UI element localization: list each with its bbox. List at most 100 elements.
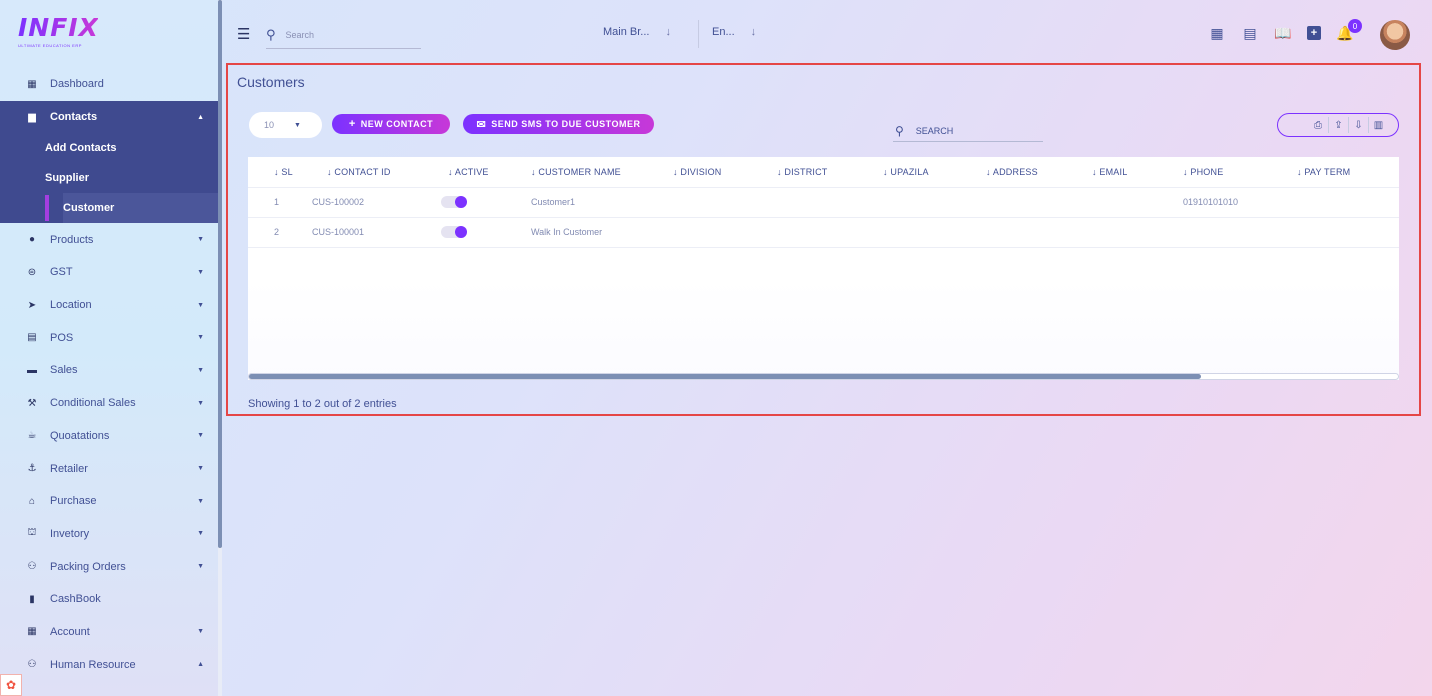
table-scrollbar-thumb[interactable] bbox=[249, 374, 1201, 379]
active-toggle[interactable] bbox=[441, 226, 467, 238]
table-row[interactable]: 2 CUS-100001 Walk In Customer bbox=[248, 217, 1399, 248]
coffee-icon: ☕ bbox=[27, 430, 37, 442]
sidebar-item-packing-orders[interactable]: ⚇ Packing Orders ▼ bbox=[0, 550, 218, 583]
sidebar-item-label: Contacts bbox=[50, 111, 98, 124]
export-icon[interactable]: ⇪ bbox=[1328, 117, 1348, 133]
book-open-icon[interactable]: 📖 bbox=[1274, 24, 1292, 42]
sidebar-nav: ▦ Dashboard ▆ Contacts ▲ Add Contacts Su… bbox=[0, 68, 218, 681]
table-search-input[interactable] bbox=[915, 125, 1026, 136]
header-search-input[interactable] bbox=[285, 29, 396, 40]
sidebar-subitem-add-contacts[interactable]: Add Contacts bbox=[0, 133, 218, 163]
table-row[interactable]: 1 CUS-100002 Customer1 01910101010 bbox=[248, 187, 1399, 218]
avatar[interactable] bbox=[1380, 20, 1410, 50]
active-toggle[interactable] bbox=[441, 196, 467, 208]
cash-register-icon: ▤ bbox=[27, 332, 37, 344]
cell-contact-id: CUS-100002 bbox=[312, 187, 434, 218]
sidebar-item-label: Account bbox=[50, 625, 90, 638]
top-header: ☰ ⚲ Main Br... ↓ En... ↓ ▦ ▤ 📖 + 🔔 0 bbox=[222, 0, 1432, 62]
caret-down-icon: ▼ bbox=[197, 432, 204, 440]
cell-upazila bbox=[883, 187, 985, 218]
cash-register-icon[interactable]: ▤ bbox=[1241, 24, 1259, 42]
sidebar-item-label: Packing Orders bbox=[50, 560, 126, 573]
column-header-sl[interactable]: ↓ SL bbox=[248, 157, 312, 188]
table-search: ⚲ bbox=[893, 120, 1043, 142]
column-header-customer-name[interactable]: ↓ CUSTOMER NAME bbox=[527, 157, 672, 188]
laravel-debug-icon[interactable]: ✿ bbox=[0, 674, 22, 696]
column-header-email[interactable]: ↓ EMAIL bbox=[1091, 157, 1183, 188]
cell-address bbox=[985, 187, 1091, 218]
cell-division bbox=[672, 217, 777, 248]
column-header-active[interactable]: ↓ ACTIVE bbox=[434, 157, 527, 188]
plus-square-icon[interactable]: + bbox=[1307, 26, 1321, 40]
language-select[interactable]: En... ↓ bbox=[712, 26, 756, 38]
gst-icon: ⊜ bbox=[27, 266, 37, 278]
book-icon: ▮ bbox=[29, 593, 35, 605]
print-icon[interactable]: ⎙ bbox=[1308, 117, 1328, 133]
calculator-icon[interactable]: ▦ bbox=[1208, 24, 1226, 42]
sidebar-item-label: Dashboard bbox=[50, 78, 104, 91]
sidebar-item-retailer[interactable]: ⚓ Retailer ▼ bbox=[0, 452, 218, 485]
sidebar-item-location[interactable]: ➤ Location ▼ bbox=[0, 289, 218, 322]
table-horizontal-scrollbar[interactable] bbox=[248, 373, 1399, 380]
sidebar-item-gst[interactable]: ⊜ GST ▼ bbox=[0, 256, 218, 289]
sidebar-scrollbar-thumb[interactable] bbox=[218, 0, 222, 548]
sidebar-item-sales[interactable]: ▬ Sales ▼ bbox=[0, 354, 218, 387]
sidebar-scrollbar[interactable] bbox=[218, 0, 222, 696]
sidebar-item-label: Products bbox=[50, 233, 94, 246]
sidebar-item-purchase[interactable]: ⌂ Purchase ▼ bbox=[0, 485, 218, 518]
search-icon: ⚲ bbox=[266, 26, 276, 42]
column-header-phone[interactable]: ↓ PHONE bbox=[1183, 157, 1293, 188]
bell-icon[interactable]: 🔔 0 bbox=[1336, 19, 1362, 42]
sidebar-item-quoatations[interactable]: ☕ Quoatations ▼ bbox=[0, 420, 218, 453]
sidebar-item-label: GST bbox=[50, 266, 73, 279]
new-contact-button[interactable]: + NEW CONTACT bbox=[332, 114, 450, 134]
branch-select[interactable]: Main Br... ↓ bbox=[603, 26, 671, 38]
active-indicator bbox=[45, 195, 49, 222]
sidebar-item-label: CashBook bbox=[50, 593, 101, 606]
sidebar-subitem-label: Add Contacts bbox=[45, 142, 117, 155]
sidebar-item-products[interactable]: ● Products ▼ bbox=[0, 223, 218, 256]
sidebar-item-label: Retailer bbox=[50, 462, 88, 475]
cell-upazila bbox=[883, 217, 985, 248]
cell-pay-term bbox=[1293, 217, 1399, 248]
sidebar-item-conditional-sales[interactable]: ⚒ Conditional Sales ▼ bbox=[0, 387, 218, 420]
column-header-contact-id[interactable]: ↓ CONTACT ID bbox=[312, 157, 434, 188]
download-icon[interactable]: ⇩ bbox=[1348, 117, 1368, 133]
sidebar-item-invetory[interactable]: ⛫ Invetory ▼ bbox=[0, 518, 218, 551]
sidebar-subitem-supplier[interactable]: Supplier bbox=[0, 163, 218, 193]
toggle-knob bbox=[455, 196, 467, 208]
column-header-pay-term[interactable]: ↓ PAY TERM bbox=[1293, 157, 1399, 188]
column-header-upazila[interactable]: ↓ UPAZILA bbox=[883, 157, 985, 188]
sidebar-item-pos[interactable]: ▤ POS ▼ bbox=[0, 321, 218, 354]
sidebar-item-dashboard[interactable]: ▦ Dashboard bbox=[0, 68, 218, 101]
column-header-district[interactable]: ↓ DISTRICT bbox=[777, 157, 883, 188]
table-entries-info: Showing 1 to 2 out of 2 entries bbox=[248, 398, 397, 410]
caret-down-icon: ▼ bbox=[197, 628, 204, 636]
column-header-address[interactable]: ↓ ADDRESS bbox=[985, 157, 1091, 188]
cell-email bbox=[1091, 187, 1183, 218]
sidebar-item-contacts[interactable]: ▆ Contacts ▲ bbox=[0, 100, 218, 134]
send-sms-button[interactable]: ✉ SEND SMS TO DUE CUSTOMER bbox=[463, 114, 654, 134]
brand-logo[interactable]: INFIX ULTIMATE EDUCATION ERP bbox=[18, 14, 98, 50]
cell-sl: 1 bbox=[248, 187, 312, 218]
page-size-select[interactable]: 10 ▼ bbox=[249, 112, 322, 138]
sidebar-item-human-resource[interactable]: ⚇ Human Resource ▲ bbox=[0, 648, 218, 681]
hamburger-menu-icon[interactable]: ☰ bbox=[237, 25, 250, 43]
sidebar-item-label: Invetory bbox=[50, 527, 90, 540]
columns-icon[interactable]: ▥ bbox=[1368, 117, 1388, 133]
cell-phone bbox=[1183, 217, 1293, 248]
sidebar-subitem-customer[interactable]: Customer bbox=[0, 193, 218, 224]
customers-table-container: ↓ SL ↓ CONTACT ID ↓ ACTIVE ↓ CUSTOMER NA… bbox=[248, 157, 1399, 380]
column-header-division[interactable]: ↓ DIVISION bbox=[672, 157, 777, 188]
sidebar: INFIX ULTIMATE EDUCATION ERP ▦ Dashboard… bbox=[0, 0, 218, 696]
sidebar-subitem-label: Customer bbox=[63, 202, 115, 215]
sidebar-item-cashbook[interactable]: ▮ CashBook bbox=[0, 583, 218, 616]
sidebar-item-account[interactable]: ▦ Account ▼ bbox=[0, 616, 218, 649]
arrow-down-icon: ↓ bbox=[665, 26, 671, 38]
customers-table: ↓ SL ↓ CONTACT ID ↓ ACTIVE ↓ CUSTOMER NA… bbox=[248, 157, 1399, 248]
store-icon: ⌂ bbox=[28, 495, 36, 507]
cell-customer-name: Walk In Customer bbox=[527, 217, 672, 248]
gavel-icon: ⚒ bbox=[27, 397, 37, 409]
sales-icon: ▬ bbox=[27, 364, 37, 376]
new-contact-label: NEW CONTACT bbox=[360, 119, 434, 129]
